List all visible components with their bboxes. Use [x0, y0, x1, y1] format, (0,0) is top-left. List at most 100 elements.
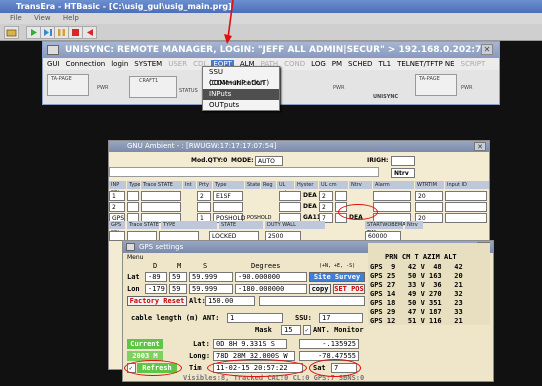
lat-d-field[interactable]: -89 [145, 272, 167, 282]
col-degrees-label: Degrees [251, 262, 281, 270]
rm-menu-log[interactable]: LOG [311, 60, 326, 68]
column-header: State [245, 181, 261, 189]
eqpt-dropdown-menu: SSU (COM+INP+OUT) COMmunication INPuts OUTp… [202, 66, 280, 111]
cable-ant-field[interactable]: 1 [227, 313, 283, 323]
alt-field[interactable]: 150.00 [205, 296, 255, 306]
annotation-arrow [224, 0, 234, 44]
mode-label: MODE: [231, 157, 254, 164]
menu-file[interactable]: File [10, 14, 22, 22]
ant-monitor-checkbox[interactable]: ✓ [303, 325, 311, 335]
gps-column-header: DUTY WALL [265, 221, 325, 229]
gps-column-header: Trace STATE [127, 221, 159, 229]
column-header: UL cnt [277, 181, 294, 196]
rm-menu-connection[interactable]: Connection [66, 60, 106, 68]
column-header: Hyster [295, 181, 318, 189]
column-header: Type [127, 181, 141, 189]
rm-menu-script[interactable]: SCRIPT [461, 60, 486, 68]
row-priority[interactable]: 2 [197, 191, 211, 201]
column-header: Ntrv [349, 181, 372, 189]
ant-monitor-label: ANT. Monitor [313, 326, 364, 334]
rm-menu-user[interactable]: USER [168, 60, 187, 68]
mode-select[interactable]: AUTO [255, 156, 283, 166]
highlight-ntrv [338, 204, 378, 220]
row-ulcnt[interactable] [279, 202, 301, 212]
row-wtrtim[interactable] [415, 202, 443, 212]
rm-menu-tl1[interactable]: TL1 [378, 60, 391, 68]
row-input-id[interactable] [445, 202, 487, 212]
app-title: TransEra - HTBasic - [C:\usig_gul\usig_m… [16, 2, 232, 11]
back-icon[interactable] [82, 26, 97, 39]
lon-degrees-field[interactable]: -180.000000 [235, 284, 307, 294]
dropdown-item-ssu-com-inp-out-[interactable]: SSU (COM+INP+OUT) [203, 67, 279, 87]
ambient-header-row-blank [109, 167, 379, 177]
rm-menu-system[interactable]: SYSTEM [134, 60, 162, 68]
card-label: TA-PAGE [419, 76, 440, 82]
pause-icon[interactable] [54, 26, 69, 39]
open-icon[interactable] [4, 26, 19, 39]
gps-column-header: STARTWOBEMA-TIM [365, 221, 407, 236]
rm-menu-pm[interactable]: PM [332, 60, 342, 68]
row-type[interactable]: E1SF [213, 191, 243, 201]
app-menubar: File View Help [0, 13, 542, 24]
row-ul-select[interactable] [335, 191, 347, 201]
row-priority[interactable] [197, 202, 211, 212]
rm-menu-sched[interactable]: SCHED [348, 60, 372, 68]
site-survey-button[interactable]: Site Survey [309, 272, 365, 282]
row-ulcnt[interactable] [279, 191, 301, 201]
factory-reset-button[interactable]: Factory Reset [127, 296, 187, 306]
lon-m-field[interactable]: 59 [169, 284, 187, 294]
row-ul-number[interactable]: 2 [319, 202, 333, 212]
menu-help[interactable]: Help [63, 14, 79, 22]
dropdown-item-outputs[interactable]: OUTputs [203, 100, 279, 111]
current-lon-label: Long: [189, 352, 211, 360]
column-header: UL cm [319, 181, 348, 189]
close-icon[interactable]: ✕ [481, 44, 493, 55]
col-m-label: M [177, 262, 182, 270]
row-input-id[interactable] [445, 191, 487, 201]
satellite-row: GPS 18 50 V 351 23 [370, 299, 463, 307]
column-header: Trace STATE [141, 181, 182, 189]
lon-d-field[interactable]: -179 [145, 284, 167, 294]
highlight-refresh [124, 360, 182, 376]
gps-column-header: GPS SEL [109, 221, 125, 236]
ntrv-button[interactable]: Ntrv [391, 168, 415, 178]
satellite-row: GPS 25 50 V 163 20 [370, 272, 463, 280]
dropdown-item-inputs[interactable]: INPuts [203, 89, 279, 100]
alt-select[interactable] [259, 296, 365, 306]
col-d-label: D [153, 262, 158, 270]
gps-column-header: Ntrv [405, 221, 423, 229]
row-wtrtim[interactable]: 20 [415, 191, 443, 201]
row-number[interactable]: 1 [109, 191, 125, 201]
menu-view[interactable]: View [34, 14, 51, 22]
close-icon[interactable]: ✕ [474, 142, 486, 151]
current-lat: 0D 8H 9.331S S [213, 339, 287, 349]
rm-menu-gui[interactable]: GUI [47, 60, 60, 68]
row-checkbox[interactable] [127, 191, 139, 201]
row-ul-number[interactable]: 2 [319, 191, 333, 201]
gps-menu[interactable]: Menu [127, 254, 143, 261]
mask-field[interactable]: 15 [281, 325, 301, 335]
inputs-table-header: INP SELTypeTrace STATEIntPrtyTypeStateRe… [109, 181, 489, 196]
row-number[interactable]: 2 [109, 202, 125, 212]
row-state [141, 202, 181, 212]
column-header: WTRTIM [415, 181, 444, 189]
irig-select[interactable] [391, 156, 415, 166]
step-icon[interactable] [40, 26, 55, 39]
card-label: PWR [333, 85, 345, 91]
run-icon[interactable] [26, 26, 41, 39]
lon-s-field[interactable]: 59.999 [189, 284, 233, 294]
row-checkbox[interactable] [127, 202, 139, 212]
lat-m-field[interactable]: 59 [169, 272, 187, 282]
stop-icon[interactable] [68, 26, 83, 39]
card-label: CRAFT1 [139, 78, 159, 84]
ssu-field[interactable]: 17 [319, 313, 363, 323]
rm-menu-cond[interactable]: COND [284, 60, 305, 68]
lat-degrees-field[interactable]: -90.000000 [235, 272, 307, 282]
rm-menu-login[interactable]: login [111, 60, 128, 68]
row-type[interactable] [213, 202, 243, 212]
rm-menu-telnet-tftp-ne[interactable]: TELNET/TFTP NE [397, 60, 454, 68]
copy-button[interactable]: copy [309, 284, 331, 294]
set-pos-button[interactable]: SET POS [333, 284, 365, 294]
gps-table-header: GPS SELTrace STATETYPESTATEDUTY WALL STAR… [109, 221, 489, 236]
lat-s-field[interactable]: 59.999 [189, 272, 233, 282]
